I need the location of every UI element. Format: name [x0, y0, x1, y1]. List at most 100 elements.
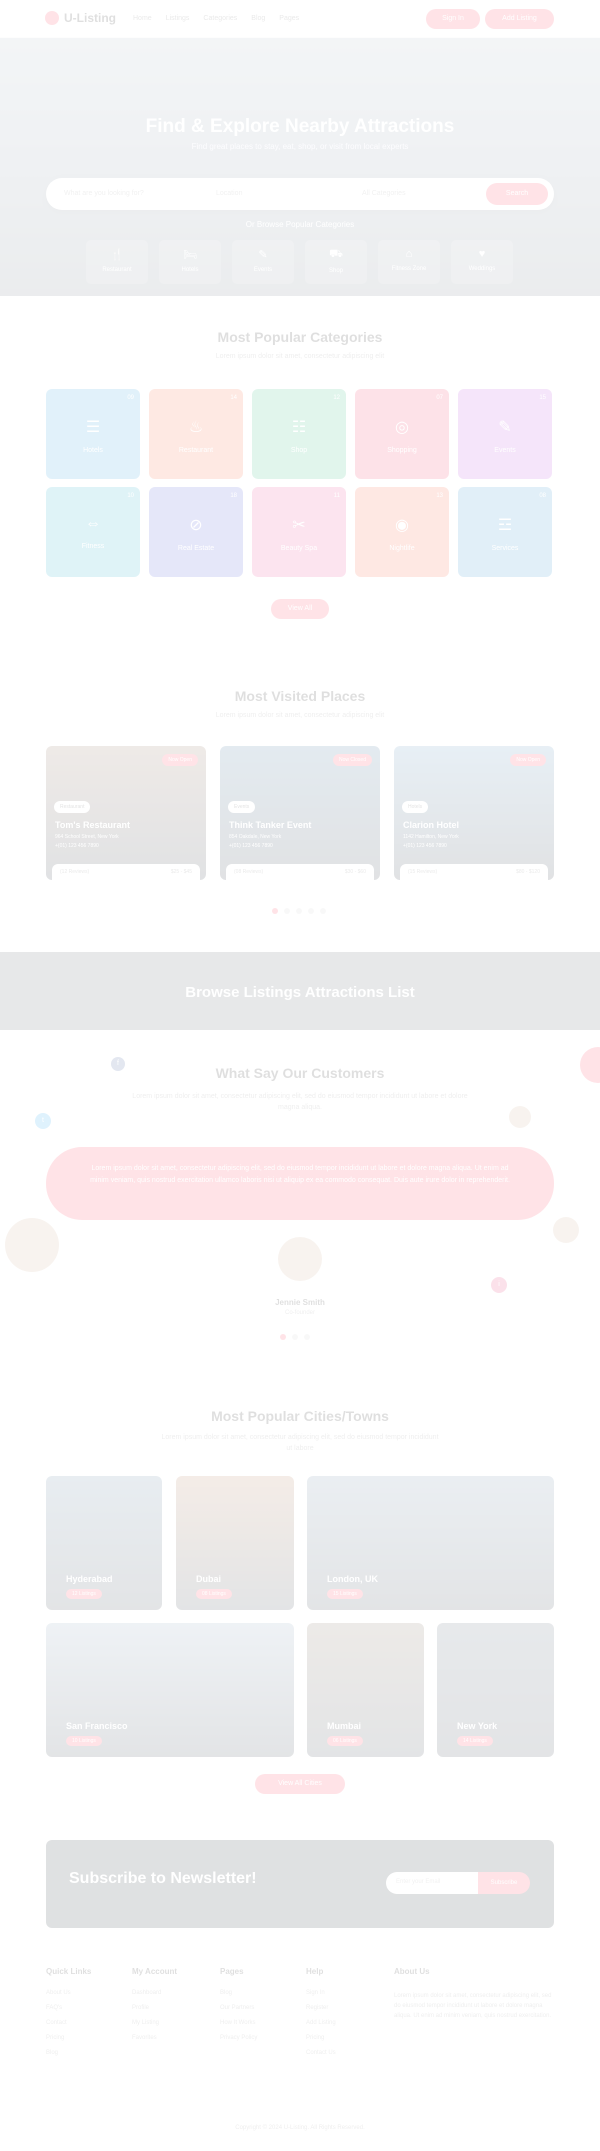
category-count: 09: [127, 395, 134, 401]
footer-link[interactable]: Dashboard: [132, 1990, 177, 1996]
logo[interactable]: U-Listing: [45, 11, 116, 25]
category-label: Shopping: [387, 447, 417, 454]
place-address: 964 School Street, New York: [55, 834, 119, 840]
testimonial-dot[interactable]: [304, 1334, 310, 1340]
hero-section: Find & Explore Nearby Attractions Find g…: [0, 38, 600, 296]
place-name[interactable]: Tom's Restaurant: [55, 820, 130, 830]
search-input[interactable]: What are you looking for?: [64, 190, 144, 197]
category-card-fitness[interactable]: 10 ⇔ Fitness: [46, 487, 140, 577]
footer-link[interactable]: How It Works: [220, 2020, 257, 2026]
location-input[interactable]: Location: [216, 190, 242, 197]
footer-link[interactable]: Sign In: [306, 1990, 336, 1996]
nav-pages[interactable]: Pages: [279, 15, 299, 22]
utensils-icon: ♨: [188, 419, 204, 436]
carousel-dot[interactable]: [296, 908, 302, 914]
category-badge[interactable]: Events: [228, 801, 256, 813]
city-card-london-uk[interactable]: London, UK 15 Listings: [307, 1476, 554, 1610]
main-nav: Home Listings Categories Blog Pages: [133, 15, 299, 22]
newsletter-title: Subscribe to Newsletter!: [69, 1870, 257, 1887]
footer-link[interactable]: My Listing: [132, 2020, 177, 2026]
footer-link[interactable]: Blog: [46, 2050, 91, 2056]
footer-link[interactable]: FAQ's: [46, 2005, 91, 2011]
city-card-san-francisco[interactable]: San Francisco 10 Listings: [46, 1623, 294, 1757]
city-listing-count: 14 Listings: [457, 1736, 493, 1746]
footer-link[interactable]: Register: [306, 2005, 336, 2011]
place-card[interactable]: Now Open Restaurant Tom's Restaurant 964 Sc…: [46, 746, 206, 880]
footer-link[interactable]: Pricing: [306, 2035, 336, 2041]
testimonial-dot[interactable]: [292, 1334, 298, 1340]
place-card[interactable]: Now Closed Events Think Tanker Event 854 Oa…: [220, 746, 380, 880]
view-all-cities-button[interactable]: View All Cities: [255, 1774, 345, 1794]
category-card-restaurant[interactable]: 14 ♨ Restaurant: [149, 389, 243, 479]
add-listing-button[interactable]: Add Listing: [485, 9, 554, 29]
testimonial-dot-active[interactable]: [280, 1334, 286, 1340]
city-card-hyderabad[interactable]: Hyderabad 12 Listings: [46, 1476, 162, 1610]
city-card-mumbai[interactable]: Mumbai 06 Listings: [307, 1623, 424, 1757]
footer-link[interactable]: Contact: [46, 2020, 91, 2026]
footer-link[interactable]: Pricing: [46, 2035, 91, 2041]
city-card-new-york[interactable]: New York 14 Listings: [437, 1623, 554, 1757]
hero-category-fitness[interactable]: ⌂ Fitness Zone: [378, 240, 440, 284]
testimonials-subtitle: Lorem ipsum dolor sit amet, consectetur …: [132, 1093, 468, 1111]
browse-banner-title: Browse Listings Attractions List: [185, 984, 415, 1001]
category-count: 13: [436, 493, 443, 499]
category-card-beauty-spa[interactable]: 11 ✂ Beauty Spa: [252, 487, 346, 577]
place-address: 1142 Hamilton, New York: [403, 834, 459, 840]
category-badge[interactable]: Hotels: [402, 801, 429, 813]
category-card-real-estate[interactable]: 18 ⊘ Real Estate: [149, 487, 243, 577]
footer-link[interactable]: Blog: [220, 1990, 257, 1996]
place-name[interactable]: Think Tanker Event: [229, 820, 311, 830]
footer-heading: Quick Links: [46, 1967, 92, 1976]
status-badge: Now Closed: [333, 754, 372, 766]
hero-category-shop[interactable]: ⛟ Shop: [305, 240, 367, 284]
hero-category-hotels[interactable]: 🛏 Hotels: [159, 240, 221, 284]
footer-link[interactable]: Profile: [132, 2005, 177, 2011]
nav-home[interactable]: Home: [133, 15, 152, 22]
sign-in-button[interactable]: Sign In: [426, 9, 480, 29]
nav-listings[interactable]: Listings: [166, 15, 190, 22]
footer-link[interactable]: About Us: [46, 1990, 91, 1996]
newsletter-email-input[interactable]: Enter your Email: [386, 1872, 478, 1894]
footer-link[interactable]: Favorites: [132, 2035, 177, 2041]
calendar-icon: ✎: [498, 419, 512, 436]
carousel-dot[interactable]: [320, 908, 326, 914]
footer-link[interactable]: Privacy Policy: [220, 2035, 257, 2041]
place-price: $30 - $60: [344, 869, 366, 875]
nav-blog[interactable]: Blog: [251, 15, 265, 22]
category-badge[interactable]: Restaurant: [54, 801, 91, 813]
carousel-dot-active[interactable]: [272, 908, 278, 914]
view-all-categories-button[interactable]: View All Categories: [271, 599, 329, 632]
places-subtitle: Lorem ipsum dolor sit amet, consectetur …: [215, 712, 385, 719]
calendar-icon: ✎: [258, 249, 268, 261]
cart-icon: ☷: [291, 419, 307, 436]
heart-icon: ♥: [478, 248, 486, 260]
category-card-services[interactable]: 08 ☲ Services: [458, 487, 552, 577]
music-icon: ◉: [395, 517, 409, 534]
place-name[interactable]: Clarion Hotel: [403, 820, 459, 830]
subscribe-button[interactable]: Subscribe: [478, 1872, 530, 1894]
hero-subtitle: Find great places to stay, eat, shop, or…: [191, 142, 409, 151]
footer-link[interactable]: Our Partners: [220, 2005, 257, 2011]
footer-link[interactable]: Add Listing: [306, 2020, 336, 2026]
category-card-hotels[interactable]: 09 ☰ Hotels: [46, 389, 140, 479]
category-card-nightlife[interactable]: 13 ◉ Nightlife: [355, 487, 449, 577]
place-card[interactable]: Now Open Hotels Clarion Hotel 1142 Hamilton…: [394, 746, 554, 880]
hero-category-weddings[interactable]: ♥ Weddings: [451, 240, 513, 284]
category-card-events[interactable]: 15 ✎ Events: [458, 389, 552, 479]
footer-about: About Us Lorem ipsum dolor sit amet, con…: [394, 1967, 554, 2021]
nav-categories[interactable]: Categories: [203, 15, 237, 22]
search-button[interactable]: Search: [486, 183, 548, 205]
category-label: Nightlife: [389, 545, 415, 552]
footer-link[interactable]: Contact Us: [306, 2050, 336, 2056]
carousel-dot[interactable]: [308, 908, 314, 914]
hero-category-events[interactable]: ✎ Events: [232, 240, 294, 284]
category-select[interactable]: All Categories: [362, 190, 406, 197]
place-reviews: (15 Reviews): [408, 869, 438, 875]
category-card-shopping[interactable]: 07 ◎ Shopping: [355, 389, 449, 479]
hero-category-restaurant[interactable]: 🍴 Restaurant: [86, 240, 148, 284]
carousel-dot[interactable]: [284, 908, 290, 914]
category-card-shop[interactable]: 12 ☷ Shop: [252, 389, 346, 479]
category-label: Fitness: [81, 543, 105, 550]
city-card-dubai[interactable]: Dubai 08 Listings: [176, 1476, 294, 1610]
bag-icon: ◎: [395, 419, 409, 436]
